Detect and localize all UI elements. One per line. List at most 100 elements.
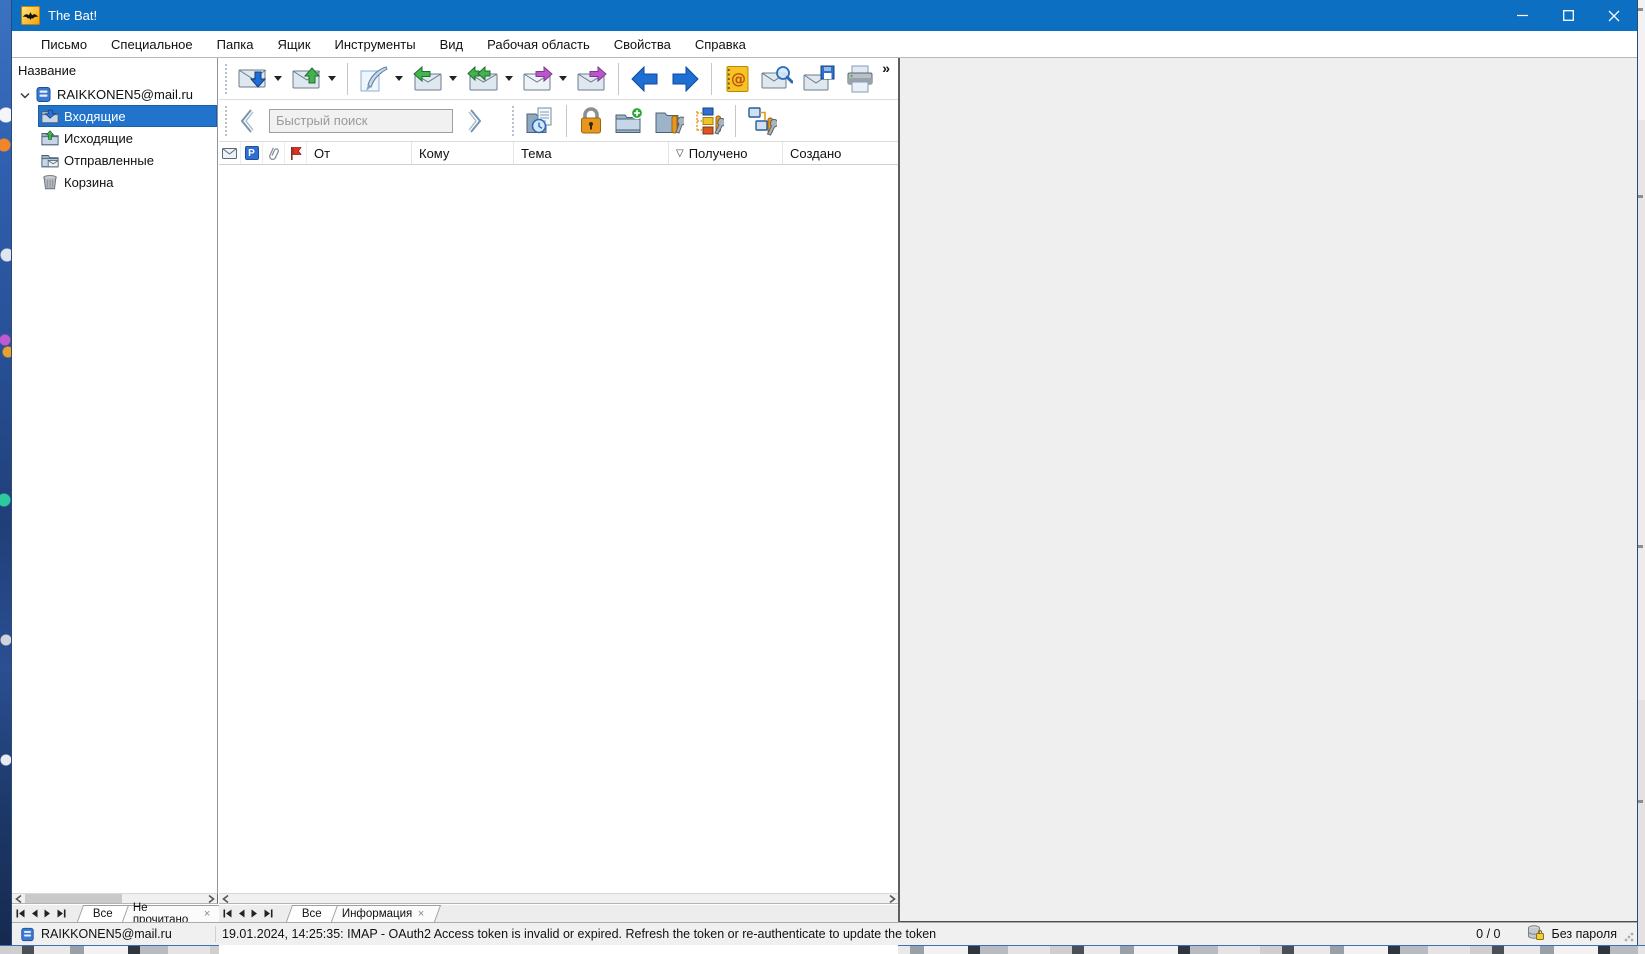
- folder-maintenance-button[interactable]: [649, 103, 689, 139]
- account-label: RAIKKONEN5@mail.ru: [57, 87, 193, 102]
- address-book-button[interactable]: @: [718, 61, 756, 97]
- menu-properties[interactable]: Свойства: [602, 33, 683, 56]
- folder-pane: Название RAIKKONEN5@mail.ru: [12, 58, 218, 893]
- message-tab-info[interactable]: Информация ×: [326, 905, 441, 922]
- last-tab-icon[interactable]: [264, 909, 273, 918]
- folder-tree-setup-button[interactable]: [689, 102, 729, 140]
- menu-special[interactable]: Специальное: [99, 33, 205, 56]
- prev-tab-icon[interactable]: [238, 909, 245, 918]
- column-header-received[interactable]: ▽ Получено: [669, 142, 783, 164]
- dropdown-caret-icon: [505, 76, 513, 81]
- resize-grip[interactable]: [1624, 932, 1634, 942]
- folder-item-outbox[interactable]: Исходящие: [12, 127, 217, 149]
- forward-button[interactable]: [518, 62, 572, 96]
- menu-view[interactable]: Вид: [428, 33, 476, 56]
- maximize-button[interactable]: [1545, 0, 1591, 31]
- scrollbar-track[interactable]: [231, 894, 886, 903]
- search-forward-button[interactable]: [463, 104, 489, 138]
- scroll-left-icon[interactable]: [12, 894, 24, 903]
- attachment-column-header[interactable]: [263, 142, 285, 164]
- folder-label: Входящие: [64, 109, 126, 124]
- scrollbar-thumb[interactable]: [25, 894, 122, 903]
- reply-button[interactable]: [408, 62, 462, 96]
- folder-tab-unread[interactable]: Не прочитано ×: [117, 905, 226, 922]
- scroll-left-icon[interactable]: [219, 894, 231, 903]
- password-db-icon: [1527, 925, 1544, 943]
- menu-tools[interactable]: Инструменты: [323, 33, 428, 56]
- scroll-right-icon[interactable]: [886, 894, 898, 903]
- redirect-button[interactable]: [572, 62, 612, 96]
- message-pane: @: [219, 58, 898, 893]
- password-lock-button[interactable]: [573, 102, 609, 140]
- prev-tab-icon[interactable]: [31, 909, 38, 918]
- last-tab-icon[interactable]: [57, 909, 66, 918]
- send-mail-button[interactable]: [287, 62, 341, 96]
- next-message-button[interactable]: [665, 62, 705, 96]
- previous-message-button[interactable]: [625, 62, 665, 96]
- menu-message[interactable]: Письмо: [29, 33, 99, 56]
- message-list-body[interactable]: [219, 165, 898, 954]
- dropdown-caret-icon: [449, 76, 457, 81]
- first-tab-icon[interactable]: [223, 909, 232, 918]
- toolbar-separator: [711, 63, 712, 95]
- tab-nav-buttons: [219, 905, 277, 922]
- toolbar-separator: [618, 63, 619, 95]
- chevron-down-icon[interactable]: [17, 87, 33, 102]
- message-counter: 0 / 0: [1476, 927, 1500, 941]
- next-tab-icon[interactable]: [251, 909, 258, 918]
- message-tab-all[interactable]: Все: [286, 905, 338, 922]
- folder-tab-all[interactable]: Все: [77, 905, 129, 922]
- column-header-from[interactable]: От: [307, 142, 412, 164]
- folder-item-trash[interactable]: Корзина: [12, 171, 217, 193]
- folder-label: Исходящие: [64, 131, 133, 146]
- mailbox-icon: [20, 927, 35, 942]
- unread-column-header[interactable]: [219, 142, 241, 164]
- menu-mailbox[interactable]: Ящик: [265, 33, 322, 56]
- flag-column-header[interactable]: [285, 142, 307, 164]
- print-button[interactable]: [840, 60, 880, 98]
- column-header-subject[interactable]: Тема: [514, 142, 669, 164]
- new-folder-button[interactable]: [609, 103, 649, 139]
- account-row[interactable]: RAIKKONEN5@mail.ru: [12, 83, 217, 105]
- view-history-button[interactable]: [520, 102, 560, 140]
- folder-pane-tabbar: Все Не прочитано ×: [12, 905, 218, 922]
- scroll-right-icon[interactable]: [205, 894, 217, 903]
- main-toolbar: @: [219, 58, 898, 100]
- close-tab-icon[interactable]: ×: [203, 908, 209, 920]
- column-header-created[interactable]: Создано: [783, 142, 898, 164]
- column-header-to[interactable]: Кому: [412, 142, 514, 164]
- menu-help[interactable]: Справка: [683, 33, 758, 56]
- next-tab-icon[interactable]: [44, 909, 51, 918]
- toolbar-grip[interactable]: [224, 106, 230, 136]
- sent-folder-icon: [41, 152, 59, 168]
- new-message-button[interactable]: [354, 61, 408, 97]
- message-pane-hscrollbar[interactable]: [219, 893, 898, 904]
- parked-column-header[interactable]: P: [241, 142, 263, 164]
- folder-item-inbox[interactable]: Входящие: [12, 105, 217, 127]
- folder-pane-header[interactable]: Название: [12, 58, 217, 83]
- menu-workspace[interactable]: Рабочая область: [475, 33, 602, 56]
- the-bat-logo-icon: [21, 6, 40, 25]
- toolbar-grip[interactable]: [224, 64, 230, 94]
- minimize-button[interactable]: [1499, 0, 1545, 31]
- folder-label: Отправленные: [64, 153, 154, 168]
- account-properties-button[interactable]: [742, 102, 782, 140]
- toolbar-overflow-button[interactable]: »: [882, 60, 890, 76]
- save-message-button[interactable]: [798, 61, 840, 97]
- close-button[interactable]: [1591, 0, 1637, 31]
- sort-direction-icon: ▽: [676, 148, 684, 159]
- quick-search-input[interactable]: [269, 109, 453, 133]
- status-bar: RAIKKONEN5@mail.ru 19.01.2024, 14:25:35:…: [12, 922, 1637, 945]
- message-list-header: P От Кому Тема ▽ Получено Создано: [219, 142, 898, 165]
- close-tab-icon[interactable]: ×: [418, 908, 424, 920]
- dropdown-caret-icon: [559, 76, 567, 81]
- first-tab-icon[interactable]: [16, 909, 25, 918]
- toolbar-grip[interactable]: [511, 106, 517, 136]
- search-messages-button[interactable]: [756, 61, 798, 97]
- menu-folder[interactable]: Папка: [205, 33, 266, 56]
- reply-all-button[interactable]: [462, 62, 518, 96]
- search-back-button[interactable]: [233, 104, 259, 138]
- folder-item-sent[interactable]: Отправленные: [12, 149, 217, 171]
- get-mail-button[interactable]: [233, 62, 287, 96]
- status-message: 19.01.2024, 14:25:35: IMAP - OAuth2 Acce…: [222, 923, 936, 945]
